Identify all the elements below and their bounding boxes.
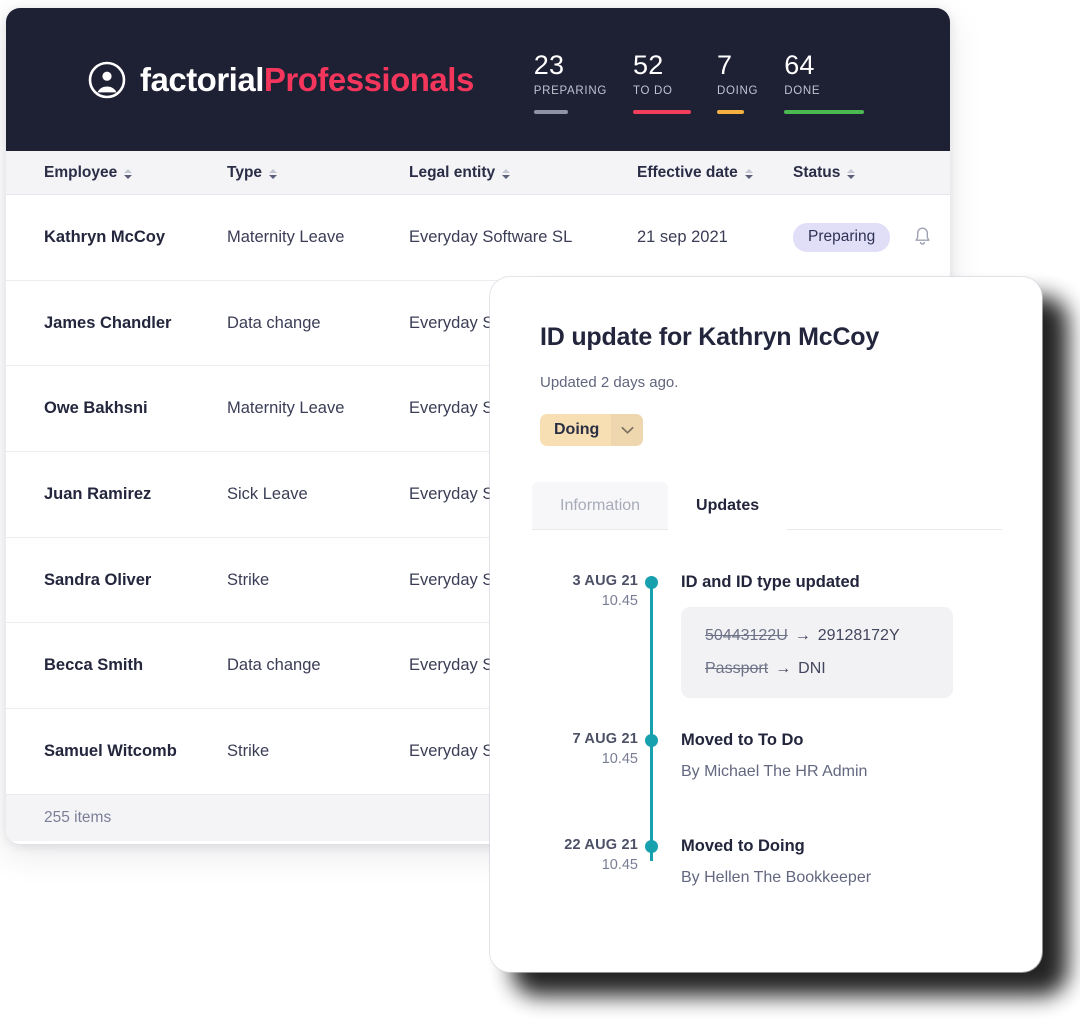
timeline-item: 7 AUG 21 10.45 Moved to To Do By Michael… xyxy=(540,731,996,781)
sort-caret-icon[interactable] xyxy=(269,167,278,179)
stat-value: 23 xyxy=(533,49,565,80)
cell-status: Preparing xyxy=(793,223,933,252)
bell-icon[interactable] xyxy=(912,226,933,248)
timeline-heading: ID and ID type updated xyxy=(681,573,860,591)
brand-logo[interactable]: factorialProfessionals xyxy=(88,61,474,99)
timeline-diff-box: 50443122U → 29128172Y Passport → DNI xyxy=(681,607,953,699)
diff-arrow-icon: → xyxy=(775,660,792,678)
stat-label: PREPARING xyxy=(533,85,607,98)
timeline-dot-icon xyxy=(645,576,658,589)
status-summary: 23 PREPARING 52 TO DO 7 DOING 64 DONE xyxy=(533,45,890,115)
stat-value: 7 xyxy=(716,49,733,80)
cell-type: Maternity Leave xyxy=(227,399,345,418)
stat-label: DOING xyxy=(716,85,759,98)
cell-employee: Juan Ramirez xyxy=(44,484,152,503)
sort-caret-icon[interactable] xyxy=(847,167,856,179)
column-header-legal-entity[interactable]: Legal entity xyxy=(409,164,637,182)
cell-type: Strike xyxy=(227,741,270,760)
timeline-time: 10.45 xyxy=(601,857,638,874)
column-label: Effective date xyxy=(637,163,738,181)
timeline-date: 3 AUG 21 xyxy=(572,573,638,589)
panel-tabs: Information Updates xyxy=(532,482,1002,530)
cell-employee: Kathryn McCoy xyxy=(44,227,166,246)
stat-value: 64 xyxy=(784,49,815,80)
column-header-type[interactable]: Type xyxy=(227,164,409,182)
column-header-effective-date[interactable]: Effective date xyxy=(637,164,793,182)
avatar-circle-icon xyxy=(88,61,126,99)
table-header-row: Employee Type Legal entity Effective dat… xyxy=(6,151,950,195)
timeline-timestamp: 22 AUG 21 10.45 xyxy=(540,837,638,873)
stat-bar-done xyxy=(784,110,865,115)
column-header-employee[interactable]: Employee xyxy=(44,164,227,182)
cell-effective-date: 21 sep 2021 xyxy=(637,227,728,246)
tab-information[interactable]: Information xyxy=(532,482,669,529)
timeline-date: 7 AUG 21 xyxy=(572,731,638,748)
timeline-heading: Moved to To Do xyxy=(681,731,804,750)
timeline-timestamp: 7 AUG 21 10.45 xyxy=(540,731,638,767)
timeline-dot-icon xyxy=(645,734,658,748)
column-label: Type xyxy=(227,163,263,181)
panel-subtitle: Updated 2 days ago. xyxy=(540,374,679,391)
timeline-author: By Hellen The Bookkeeper xyxy=(681,869,872,887)
cell-type: Sick Leave xyxy=(227,484,308,503)
stat-doing[interactable]: 7 DOING xyxy=(716,49,759,115)
cell-employee: Becca Smith xyxy=(44,656,144,675)
cell-employee: Samuel Witcomb xyxy=(44,741,177,760)
timeline-time: 10.45 xyxy=(601,593,638,609)
detail-panel: ID update for Kathryn McCoy Updated 2 da… xyxy=(490,277,1042,972)
cell-type: Data change xyxy=(227,313,321,332)
app-header: factorialProfessionals 23 PREPARING 52 T… xyxy=(6,8,950,151)
brand-name: factorial xyxy=(140,61,264,98)
status-badge[interactable]: Preparing xyxy=(793,223,891,252)
stat-bar-preparing xyxy=(533,110,568,115)
timeline-heading: Moved to Doing xyxy=(681,837,805,856)
timeline-dot-icon xyxy=(645,840,658,854)
stat-preparing[interactable]: 23 PREPARING xyxy=(533,49,607,115)
screenshot-root: factorialProfessionals 23 PREPARING 52 T… xyxy=(0,0,1080,1024)
stat-bar-todo xyxy=(632,110,691,115)
sort-caret-icon[interactable] xyxy=(124,167,133,179)
diff-new-value: DNI xyxy=(798,660,826,678)
timeline-time: 10.45 xyxy=(601,751,638,768)
diff-arrow-icon: → xyxy=(794,627,811,644)
stat-bar-doing xyxy=(716,110,744,115)
diff-old-value: 50443122U xyxy=(705,627,788,644)
stat-label: TO DO xyxy=(632,85,673,98)
stat-todo[interactable]: 52 TO DO xyxy=(632,49,691,115)
timeline-timestamp: 3 AUG 21 10.45 xyxy=(540,573,638,609)
timeline-item: 22 AUG 21 10.45 Moved to Doing By Hellen… xyxy=(540,837,996,887)
sort-caret-icon[interactable] xyxy=(744,167,753,179)
cell-type: Strike xyxy=(227,570,270,589)
cell-employee: James Chandler xyxy=(44,313,172,332)
stat-done[interactable]: 64 DONE xyxy=(784,49,865,115)
cell-type: Maternity Leave xyxy=(227,227,345,246)
cell-employee: Owe Bakhsni xyxy=(44,399,148,418)
updates-timeline: 3 AUG 21 10.45 ID and ID type updated 50… xyxy=(540,573,996,887)
column-label: Status xyxy=(793,163,841,181)
timeline-date: 22 AUG 21 xyxy=(564,837,638,854)
timeline-author: By Michael The HR Admin xyxy=(681,763,868,781)
state-dropdown-value: Doing xyxy=(540,414,612,446)
column-header-status[interactable]: Status xyxy=(793,164,913,182)
cell-employee: Sandra Oliver xyxy=(44,570,152,589)
diff-line: Passport → DNI xyxy=(705,659,929,678)
cell-type: Data change xyxy=(227,656,321,675)
column-label: Employee xyxy=(44,163,118,181)
tab-updates[interactable]: Updates xyxy=(668,482,788,530)
brand-product: Professionals xyxy=(263,61,474,98)
table-row[interactable]: Kathryn McCoy Maternity Leave Everyday S… xyxy=(6,195,950,281)
stat-label: DONE xyxy=(784,85,821,98)
state-dropdown[interactable]: Doing xyxy=(540,414,644,446)
stat-value: 52 xyxy=(632,49,664,80)
chevron-down-icon[interactable] xyxy=(611,414,644,446)
diff-new-value: 29128172Y xyxy=(817,627,900,644)
column-label: Legal entity xyxy=(409,163,496,181)
cell-legal-entity: Everyday Software SL xyxy=(409,227,573,246)
sort-caret-icon[interactable] xyxy=(502,167,511,179)
panel-title: ID update for Kathryn McCoy xyxy=(540,323,880,351)
timeline-item: 3 AUG 21 10.45 ID and ID type updated 50… xyxy=(540,573,996,699)
diff-old-value: Passport xyxy=(705,660,769,678)
diff-line: 50443122U → 29128172Y xyxy=(705,626,929,645)
